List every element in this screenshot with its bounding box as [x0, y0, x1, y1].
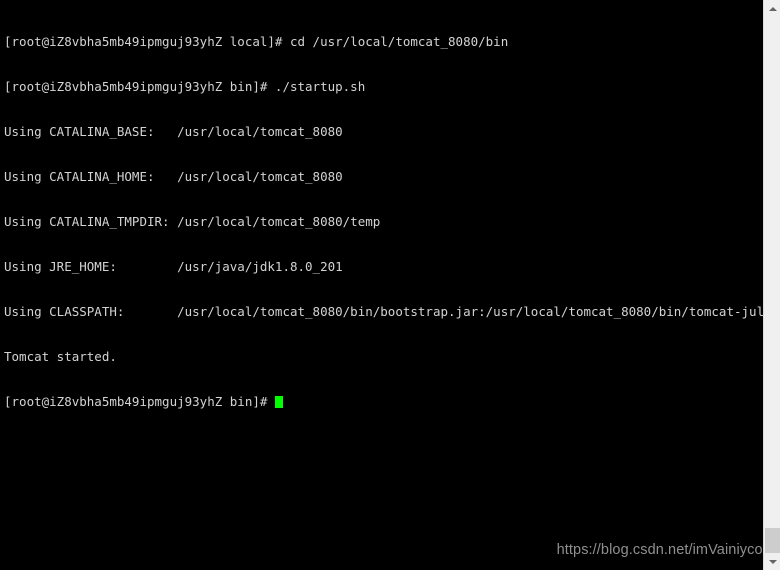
terminal-line: Tomcat started. — [4, 349, 117, 364]
scrollbar-thumb[interactable] — [765, 528, 780, 553]
terminal-line: Using CATALINA_HOME: /usr/local/tomcat_8… — [4, 169, 343, 184]
console-text: [root@iZ8vbha5mb49ipmguj93yhZ local]# cd… — [4, 4, 763, 439]
terminal-line: [root@iZ8vbha5mb49ipmguj93yhZ local]# cd… — [4, 34, 509, 49]
prompt-text: [root@iZ8vbha5mb49ipmguj93yhZ bin]# — [4, 394, 275, 409]
terminal-line: Using CATALINA_TMPDIR: /usr/local/tomcat… — [4, 214, 381, 229]
vertical-scrollbar[interactable] — [763, 0, 780, 570]
terminal-line: Using JRE_HOME: /usr/java/jdk1.8.0_201 — [4, 259, 343, 274]
scroll-down-button[interactable] — [764, 553, 780, 570]
terminal-line: Using CATALINA_BASE: /usr/local/tomcat_8… — [4, 124, 343, 139]
watermark-text: https://blog.csdn.net/imVainiycos — [556, 542, 770, 558]
terminal-prompt-line: [root@iZ8vbha5mb49ipmguj93yhZ bin]# — [4, 394, 763, 409]
terminal-line: Using CLASSPATH: /usr/local/tomcat_8080/… — [4, 304, 763, 319]
chevron-down-icon — [768, 559, 777, 564]
terminal-output-area[interactable]: [root@iZ8vbha5mb49ipmguj93yhZ local]# cd… — [0, 0, 763, 570]
scroll-up-button[interactable] — [764, 0, 780, 17]
terminal-line: [root@iZ8vbha5mb49ipmguj93yhZ bin]# ./st… — [4, 79, 366, 94]
terminal-window: [root@iZ8vbha5mb49ipmguj93yhZ local]# cd… — [0, 0, 780, 570]
cursor-block — [274, 396, 283, 408]
chevron-up-icon — [768, 6, 777, 11]
